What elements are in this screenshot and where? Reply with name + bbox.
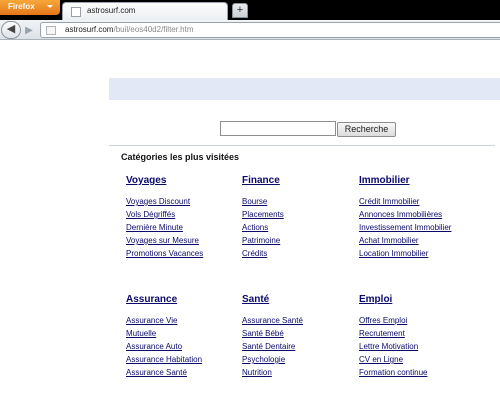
- category-link[interactable]: CV en Ligne: [359, 353, 489, 366]
- category-link[interactable]: Assurance Habitation: [126, 353, 241, 366]
- category-link[interactable]: Offres Emploi: [359, 314, 489, 327]
- category-link[interactable]: Assurance Auto: [126, 340, 241, 353]
- category-link[interactable]: Assurance Santé: [126, 366, 241, 379]
- category-title-voyages[interactable]: Voyages: [126, 175, 241, 186]
- category-link[interactable]: Voyages Discount: [126, 195, 241, 208]
- category-link[interactable]: Mutuelle: [126, 327, 241, 340]
- new-tab-button[interactable]: +: [232, 3, 248, 18]
- category-link[interactable]: Location Immobilier: [359, 247, 489, 260]
- category-link[interactable]: Patrimoine: [242, 234, 357, 247]
- category-link[interactable]: Annonces Immobilières: [359, 208, 489, 221]
- categories-heading: Catégories les plus visitées: [121, 152, 240, 162]
- category-link[interactable]: Recrutement: [359, 327, 489, 340]
- firefox-menu-button[interactable]: Firefox: [0, 0, 60, 15]
- category-link[interactable]: Vols Dégriffés: [126, 208, 241, 221]
- category-link[interactable]: Lettre Motivation: [359, 340, 489, 353]
- category-title-emploi[interactable]: Emploi: [359, 294, 489, 305]
- category-link[interactable]: Assurance Vie: [126, 314, 241, 327]
- category-link[interactable]: Psychologie: [242, 353, 357, 366]
- tab-title: astrosurf.com: [87, 6, 136, 15]
- section-divider: [109, 145, 495, 146]
- category-immobilier: Immobilier Crédit Immobilier Annonces Im…: [359, 175, 489, 260]
- category-link[interactable]: Crédit Immobilier: [359, 195, 489, 208]
- search-button[interactable]: Recherche: [337, 122, 396, 137]
- forward-arrow-icon: ▶: [25, 25, 33, 36]
- category-finance: Finance Bourse Placements Actions Patrim…: [242, 175, 357, 260]
- url-path: /buil/eos40d2/filter.htm: [113, 25, 194, 34]
- category-link[interactable]: Crédits: [242, 247, 357, 260]
- page-favicon-icon: [71, 7, 81, 17]
- category-link[interactable]: Bourse: [242, 195, 357, 208]
- back-arrow-icon: ◀: [6, 23, 16, 35]
- dropdown-caret-icon: [47, 5, 53, 8]
- category-link[interactable]: Placements: [242, 208, 357, 221]
- category-sante: Santé Assurance Santé Santé Bébé Santé D…: [242, 294, 357, 379]
- category-link[interactable]: Voyages sur Mesure: [126, 234, 241, 247]
- category-link[interactable]: Investissement Immobilier: [359, 221, 489, 234]
- category-link[interactable]: Nutrition: [242, 366, 357, 379]
- category-title-assurance[interactable]: Assurance: [126, 294, 241, 305]
- category-link[interactable]: Santé Dentaire: [242, 340, 357, 353]
- category-link[interactable]: Achat Immobilier: [359, 234, 489, 247]
- address-bar[interactable]: astrosurf.com/buil/eos40d2/filter.htm: [40, 22, 500, 38]
- category-link[interactable]: Dernière Minute: [126, 221, 241, 234]
- tab-bar: Firefox astrosurf.com +: [0, 0, 500, 20]
- search-input[interactable]: [220, 121, 336, 136]
- category-emploi: Emploi Offres Emploi Recrutement Lettre …: [359, 294, 489, 379]
- category-title-immobilier[interactable]: Immobilier: [359, 175, 489, 186]
- category-link[interactable]: Assurance Santé: [242, 314, 357, 327]
- category-link[interactable]: Santé Bébé: [242, 327, 357, 340]
- category-title-sante[interactable]: Santé: [242, 294, 357, 305]
- url-domain: astrosurf.com: [65, 25, 114, 34]
- url-text: astrosurf.com/buil/eos40d2/filter.htm: [65, 25, 194, 34]
- category-link[interactable]: Promotions Vacances: [126, 247, 241, 260]
- firefox-menu-label: Firefox: [8, 2, 35, 11]
- site-identity-icon[interactable]: [46, 26, 56, 35]
- header-banner: [109, 78, 500, 100]
- category-title-finance[interactable]: Finance: [242, 175, 357, 186]
- navigation-bar: ◀ ▶ astrosurf.com/buil/eos40d2/filter.ht…: [0, 20, 500, 40]
- forward-button[interactable]: ▶: [22, 24, 36, 37]
- back-button[interactable]: ◀: [1, 21, 21, 39]
- category-link[interactable]: Formation continue: [359, 366, 489, 379]
- category-assurance: Assurance Assurance Vie Mutuelle Assuran…: [126, 294, 241, 379]
- category-voyages: Voyages Voyages Discount Vols Dégriffés …: [126, 175, 241, 260]
- category-link[interactable]: Actions: [242, 221, 357, 234]
- browser-tab[interactable]: astrosurf.com: [62, 2, 228, 20]
